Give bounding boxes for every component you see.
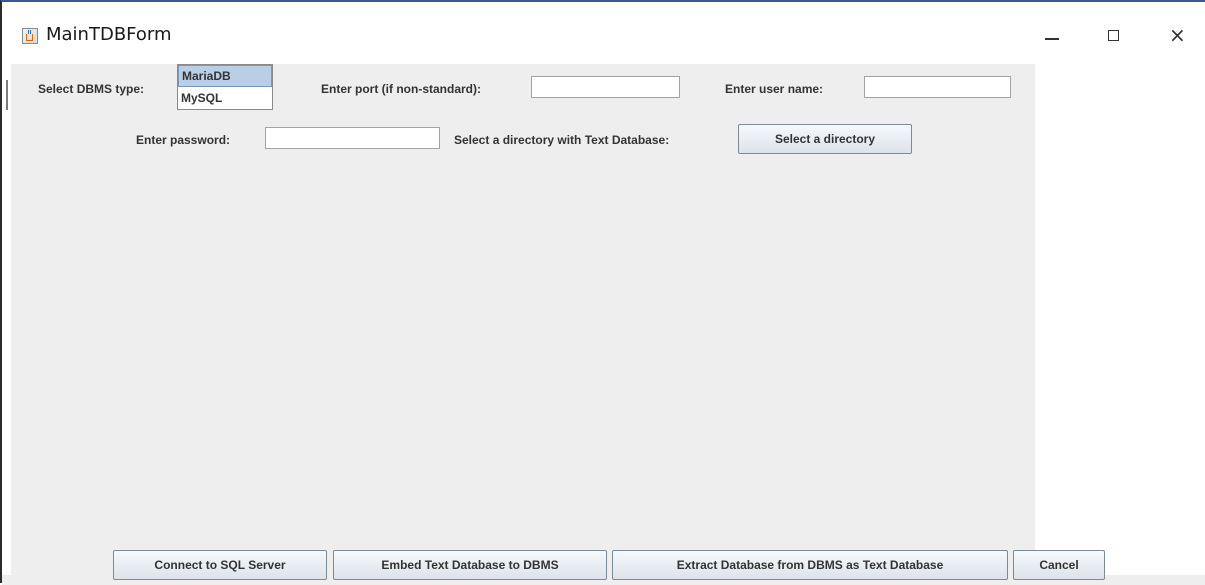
dbms-option-mariadb[interactable]: MariaDB bbox=[178, 65, 272, 87]
close-button[interactable]: × bbox=[1157, 18, 1197, 54]
window-edge-mark bbox=[6, 80, 8, 110]
extract-button[interactable]: Extract Database from DBMS as Text Datab… bbox=[612, 550, 1008, 580]
dbms-option-mysql[interactable]: MySQL bbox=[178, 87, 272, 109]
password-label: Enter password: bbox=[136, 133, 231, 147]
embed-button[interactable]: Embed Text Database to DBMS bbox=[333, 550, 607, 580]
close-icon: × bbox=[1169, 23, 1186, 47]
port-label: Enter port (if non-standard): bbox=[321, 82, 481, 96]
password-input[interactable] bbox=[265, 127, 440, 149]
maximize-icon bbox=[1108, 30, 1119, 41]
java-app-icon bbox=[22, 28, 38, 44]
minimize-button[interactable] bbox=[1032, 18, 1072, 54]
dbms-type-label: Select DBMS type: bbox=[38, 82, 145, 96]
maximize-button[interactable] bbox=[1094, 18, 1134, 54]
directory-label: Select a directory with Text Database: bbox=[454, 133, 670, 147]
connect-button[interactable]: Connect to SQL Server bbox=[113, 550, 327, 580]
cancel-button[interactable]: Cancel bbox=[1013, 550, 1105, 580]
window-title: MainTDBForm bbox=[46, 24, 172, 45]
user-name-label: Enter user name: bbox=[725, 82, 824, 96]
right-blank-area bbox=[1035, 64, 1205, 575]
select-directory-button[interactable]: Select a directory bbox=[738, 124, 912, 154]
title-bar[interactable]: MainTDBForm × bbox=[2, 2, 1205, 64]
dbms-type-list[interactable]: MariaDB MySQL bbox=[177, 64, 273, 110]
main-window: MainTDBForm × Select DBMS type: MariaDB … bbox=[0, 0, 1205, 585]
port-input[interactable] bbox=[531, 76, 680, 98]
minimize-icon bbox=[1045, 38, 1059, 40]
user-name-input[interactable] bbox=[864, 76, 1011, 98]
